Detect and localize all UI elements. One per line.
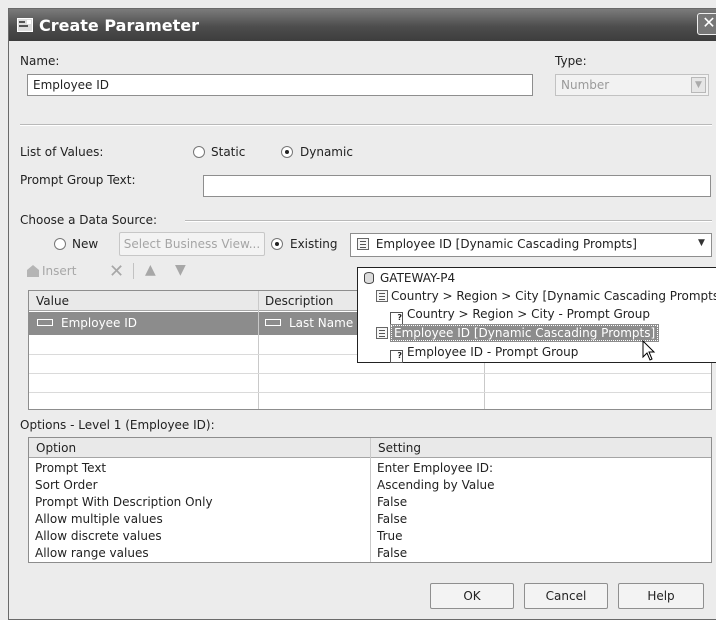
column-header-description[interactable]: Description [265, 294, 333, 308]
field-icon [265, 319, 281, 326]
toolbar-separator [133, 263, 134, 279]
help-button[interactable]: Help [618, 583, 704, 609]
divider [20, 124, 712, 126]
option-cell: Prompt With Description Only [35, 495, 213, 509]
name-input[interactable]: Employee ID [27, 74, 533, 96]
arrow-up-icon: ▲ [145, 262, 156, 278]
new-label: New [72, 237, 99, 251]
option-cell: Prompt Text [35, 461, 107, 475]
column-header-setting[interactable]: Setting [378, 441, 421, 455]
table-row[interactable]: Prompt With Description Only False [29, 494, 711, 511]
mouse-cursor-icon [642, 340, 656, 361]
table-row[interactable]: Prompt Text Enter Employee ID: [29, 460, 711, 477]
dynamic-label: Dynamic [300, 145, 353, 159]
field-icon [37, 319, 53, 326]
title-bar: Create Parameter ✕ [9, 9, 716, 41]
value-cell: Employee ID [37, 316, 137, 330]
type-label: Type: [555, 54, 587, 68]
delete-icon: ✕ [109, 261, 125, 282]
row-divider [29, 373, 711, 374]
dropdown-item-country-prompt-group[interactable]: ? Country > Region > City - Prompt Group [390, 307, 650, 325]
setting-cell[interactable]: True [377, 529, 403, 543]
setting-cell[interactable]: Enter Employee ID: [377, 461, 493, 475]
dropdown-item-employee-cascade[interactable]: Employee ID [Dynamic Cascading Prompts] [376, 324, 660, 342]
column-header-value[interactable]: Value [36, 294, 69, 308]
option-cell: Sort Order [35, 478, 98, 492]
dropdown-item-label: Country > Region > City [Dynamic Cascadi… [391, 289, 716, 303]
chevron-down-icon: ▼ [691, 77, 706, 93]
static-radio[interactable] [193, 146, 205, 158]
cascade-prompt-icon [357, 238, 369, 250]
option-cell: Allow multiple values [35, 512, 163, 526]
close-button[interactable]: ✕ [697, 13, 716, 35]
close-icon: ✕ [702, 13, 716, 32]
setting-cell[interactable]: False [377, 512, 407, 526]
cascade-prompt-icon [376, 327, 388, 339]
option-cell: Allow range values [35, 546, 149, 560]
data-source-label: Choose a Data Source: [20, 213, 158, 227]
chevron-down-icon[interactable]: ▼ [694, 236, 709, 254]
prompt-group-input[interactable] [203, 175, 711, 197]
option-cell: Allow discrete values [35, 529, 162, 543]
dynamic-radio[interactable] [281, 146, 293, 158]
type-value: Number [561, 78, 610, 92]
data-source-select[interactable]: Employee ID [Dynamic Cascading Prompts] … [350, 233, 712, 257]
arrow-down-icon: ▼ [175, 262, 186, 278]
options-grid: Option Setting Prompt Text Enter Employe… [28, 437, 712, 563]
dropdown-item-gateway[interactable]: GATEWAY-P4 [364, 271, 455, 285]
divider [185, 220, 712, 222]
setting-cell[interactable]: False [377, 546, 407, 560]
options-label: Options - Level 1 (Employee ID): [20, 418, 215, 432]
new-radio[interactable] [54, 238, 66, 250]
row-divider [29, 392, 711, 393]
cancel-button[interactable]: Cancel [524, 583, 608, 609]
data-source-value: Employee ID [Dynamic Cascading Prompts] [375, 237, 637, 251]
dropdown-item-country-cascade[interactable]: Country > Region > City [Dynamic Cascadi… [376, 289, 716, 303]
name-label: Name: [20, 54, 60, 68]
description-text: Last Name [289, 316, 354, 330]
create-parameter-dialog: Create Parameter ✕ Name: Employee ID Typ… [8, 8, 716, 620]
dropdown-item-label: GATEWAY-P4 [380, 271, 456, 285]
existing-radio[interactable] [271, 238, 283, 250]
prompt-group-icon: ? [390, 312, 403, 325]
setting-cell[interactable]: Ascending by Value [377, 478, 495, 492]
column-header-option[interactable]: Option [36, 441, 76, 455]
type-select: Number ▼ [555, 74, 709, 96]
table-row[interactable]: Allow range values False [29, 545, 711, 562]
list-of-values-label: List of Values: [20, 145, 104, 159]
insert-button: Insert [26, 262, 106, 282]
prompt-group-icon: ? [390, 350, 403, 363]
table-row[interactable]: Allow multiple values False [29, 511, 711, 528]
database-icon [364, 272, 374, 284]
static-label: Static [211, 145, 246, 159]
data-source-dropdown-list: GATEWAY-P4 Country > Region > City [Dyna… [357, 267, 716, 363]
setting-cell[interactable]: False [377, 495, 407, 509]
dropdown-item-employee-prompt-group[interactable]: ? Employee ID - Prompt Group [390, 345, 578, 363]
select-business-view-button: Select Business View... [119, 232, 265, 256]
table-row[interactable]: Allow discrete values True [29, 528, 711, 545]
insert-label: Insert [42, 264, 77, 278]
value-text: Employee ID [61, 316, 138, 330]
prompt-group-label: Prompt Group Text: [20, 173, 136, 187]
insert-icon [27, 265, 39, 277]
dropdown-item-label: Employee ID [Dynamic Cascading Prompts] [389, 324, 660, 342]
dropdown-item-label: Country > Region > City - Prompt Group [407, 307, 650, 321]
ok-button[interactable]: OK [430, 583, 514, 609]
table-row[interactable]: Sort Order Ascending by Value [29, 477, 711, 494]
window-title: Create Parameter [39, 16, 200, 35]
description-cell: Last Name [265, 316, 353, 330]
cascade-prompt-icon [376, 290, 388, 302]
existing-label: Existing [290, 237, 338, 251]
parameter-icon [17, 18, 33, 32]
dropdown-item-label: Employee ID - Prompt Group [407, 345, 579, 359]
